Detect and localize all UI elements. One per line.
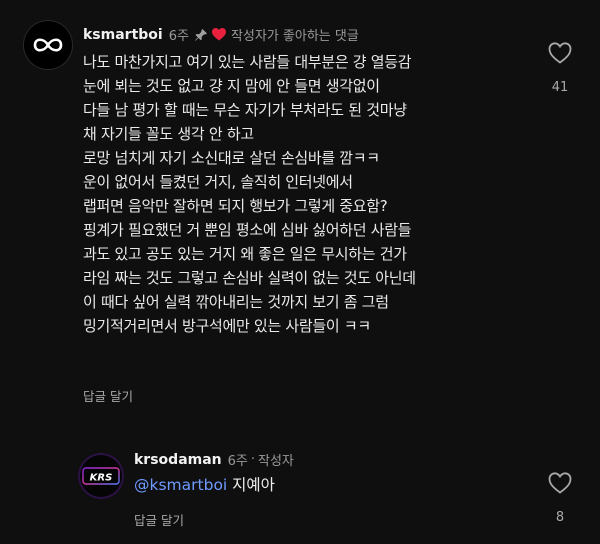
- comment-line: 랩퍼면 음악만 잘하면 되지 행보가 그렇게 중요함?: [83, 197, 388, 215]
- author-tag: 작성자: [258, 454, 294, 469]
- reply-like-control: 8: [540, 472, 580, 525]
- reply-button[interactable]: 답글 달기: [83, 386, 133, 405]
- reply-text: 지예아: [227, 476, 275, 494]
- comment-body: 나도 마찬가지고 여기 있는 사람들 대부분은 걍 열등감 눈에 뵈는 것도 없…: [83, 50, 543, 338]
- comment-line: 라임 짜는 것도 그렇고 손심바 실력이 없는 것도 아닌데: [83, 269, 416, 287]
- pin-icon: [194, 28, 208, 42]
- timestamp: 6주: [168, 29, 189, 44]
- like-count: 41: [551, 80, 569, 95]
- comment-line: 이 때다 싶어 실력 깎아내리는 것까지 보기 좀 그럼: [83, 293, 389, 311]
- reply-like-count: 8: [555, 510, 565, 525]
- krs-logo-text: KRS: [90, 473, 113, 484]
- reply-avatar[interactable]: KRS: [78, 453, 124, 499]
- like-heart-icon[interactable]: [548, 472, 572, 498]
- reply-button[interactable]: 답글 달기: [134, 510, 184, 529]
- avatar[interactable]: [23, 20, 73, 70]
- like-heart-icon[interactable]: [548, 42, 572, 68]
- creator-liked-label: 작성자가 좋아하는 댓글: [230, 29, 359, 44]
- reply-header: krsodaman 6주 · 작성자: [134, 450, 294, 470]
- comment-header: ksmartboi 6주 작성자가 좋아하는 댓글: [83, 25, 359, 45]
- comment-line: 핑계가 필요했던 거 뿐임 평소에 심바 싫어하던 사람들: [83, 221, 412, 239]
- comment-line: 다들 남 평가 할 때는 무슨 자기가 부처라도 된 것마냥: [83, 101, 407, 119]
- reply-timestamp: 6주: [227, 454, 248, 469]
- comment-line: 운이 없어서 들켰던 거지, 솔직히 인터넷에서: [83, 173, 353, 191]
- reply-body: @ksmartboi 지예아: [134, 474, 275, 496]
- comment-line: 눈에 뵈는 것도 없고 걍 지 맘에 안 들면 생각없이: [83, 77, 380, 95]
- creator-liked-heart-icon: [211, 28, 226, 41]
- krs-logo-icon: KRS: [82, 467, 120, 485]
- separator: ·: [250, 452, 256, 467]
- comment-line: 로망 넘치게 자기 소신대로 살던 손심바를 깜ㅋㅋ: [83, 149, 380, 167]
- infinity-logo-icon: [33, 38, 63, 52]
- mention-link[interactable]: @ksmartboi: [134, 476, 227, 494]
- reply-username[interactable]: krsodaman: [134, 452, 222, 468]
- comment-line: 채 자기들 꼴도 생각 안 하고: [83, 125, 254, 143]
- comment-line: 과도 있고 공도 있는 거지 왜 좋은 일은 무시하는 건가: [83, 245, 407, 263]
- comment-line: 밍기적거리면서 방구석에만 있는 사람들이 ㅋㅋ: [83, 317, 371, 335]
- username[interactable]: ksmartboi: [83, 27, 163, 43]
- comment-line: 나도 마찬가지고 여기 있는 사람들 대부분은 걍 열등감: [83, 53, 412, 71]
- like-control: 41: [540, 42, 580, 95]
